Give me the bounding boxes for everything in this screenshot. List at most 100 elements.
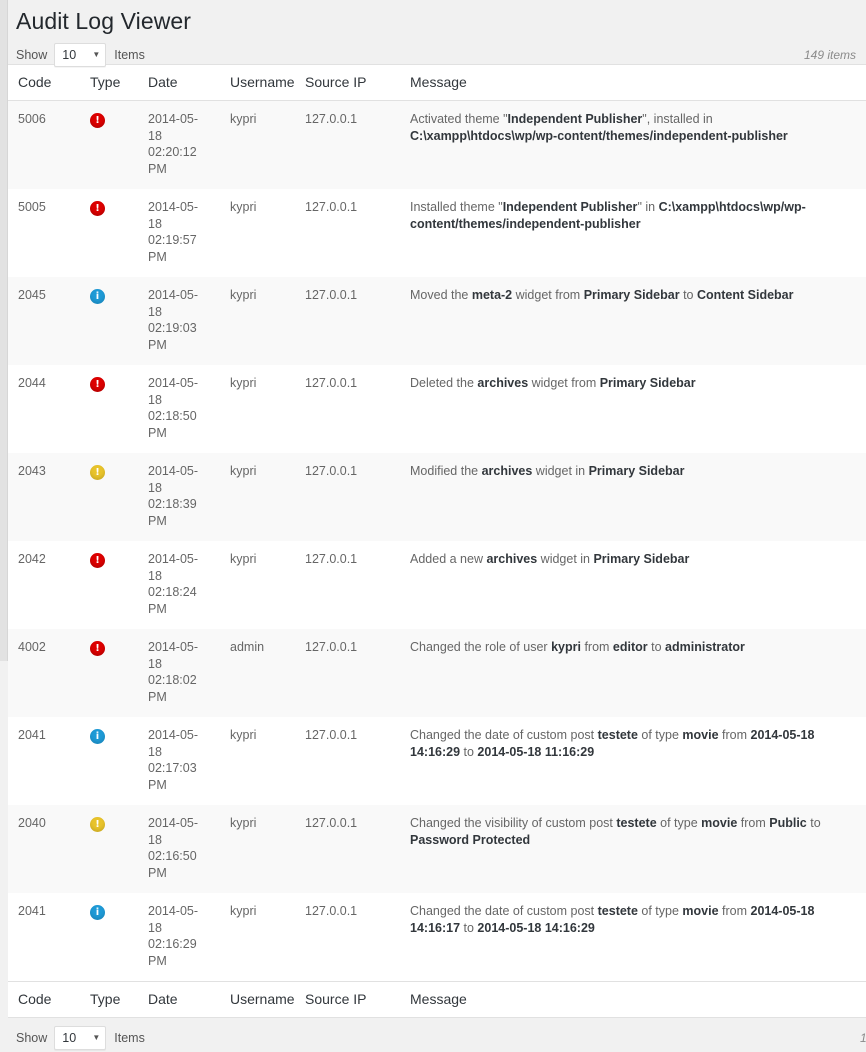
alert-circle-icon: ! <box>90 201 105 216</box>
footer-column-header-date[interactable]: Date <box>138 982 220 1018</box>
date-day: 2014-05-18 <box>148 728 198 759</box>
cell-source-ip: 127.0.0.1 <box>295 893 400 982</box>
cell-username: kypri <box>220 277 295 365</box>
table-row[interactable]: 5005!2014-05-1802:19:57 PMkypri127.0.0.1… <box>8 189 866 277</box>
cell-type: ! <box>80 629 138 717</box>
table-row[interactable]: 2040!2014-05-1802:16:50 PMkypri127.0.0.1… <box>8 805 866 893</box>
cell-date: 2014-05-1802:18:39 PM <box>138 453 220 541</box>
footer-column-header-type[interactable]: Type <box>80 982 138 1018</box>
cell-type: ! <box>80 805 138 893</box>
cell-type: i <box>80 277 138 365</box>
cell-message: Deleted the archives widget from Primary… <box>400 365 866 453</box>
info-circle-icon: i <box>90 289 105 304</box>
cell-source-ip: 127.0.0.1 <box>295 189 400 277</box>
date-time: 02:18:02 PM <box>148 673 197 704</box>
cell-username: kypri <box>220 893 295 982</box>
date-time: 02:18:39 PM <box>148 497 197 528</box>
items-count-bottom: 149 <box>860 1031 866 1045</box>
info-circle-icon: i <box>90 729 105 744</box>
per-page-value-bottom: 10 <box>62 1031 76 1045</box>
table-header-row: Code Type Date Username Source IP Messag… <box>8 65 866 101</box>
footer-column-header-username[interactable]: Username <box>220 982 295 1018</box>
cell-code: 4002 <box>8 629 80 717</box>
cell-type: ! <box>80 101 138 190</box>
info-circle-icon: i <box>90 905 105 920</box>
table-footer-row: Code Type Date Username Source IP Messag… <box>8 982 866 1018</box>
audit-log-viewer-page: Audit Log Viewer Show 10 ▼ Items 149 ite… <box>0 0 866 661</box>
cell-username: kypri <box>220 365 295 453</box>
alert-circle-icon: ! <box>90 553 105 568</box>
cell-code: 2045 <box>8 277 80 365</box>
cell-date: 2014-05-1802:17:03 PM <box>138 717 220 805</box>
cell-source-ip: 127.0.0.1 <box>295 277 400 365</box>
cell-username: kypri <box>220 805 295 893</box>
table-row[interactable]: 2042!2014-05-1802:18:24 PMkypri127.0.0.1… <box>8 541 866 629</box>
date-day: 2014-05-18 <box>148 376 198 407</box>
column-header-message[interactable]: Message <box>400 65 866 101</box>
table-row[interactable]: 5006!2014-05-1802:20:12 PMkypri127.0.0.1… <box>8 101 866 190</box>
audit-log-table-wrapper: Code Type Date Username Source IP Messag… <box>8 64 866 1018</box>
date-day: 2014-05-18 <box>148 904 198 935</box>
table-nav-top: Show 10 ▼ Items 149 items <box>8 36 866 64</box>
cell-message: Changed the date of custom post testete … <box>400 717 866 805</box>
cell-type: i <box>80 893 138 982</box>
date-time: 02:19:03 PM <box>148 321 197 352</box>
footer-column-header-message[interactable]: Message <box>400 982 866 1018</box>
table-row[interactable]: 4002!2014-05-1802:18:02 PMadmin127.0.0.1… <box>8 629 866 717</box>
date-time: 02:18:24 PM <box>148 585 197 616</box>
date-day: 2014-05-18 <box>148 112 198 143</box>
cell-code: 2044 <box>8 365 80 453</box>
table-row[interactable]: 2041i2014-05-1802:16:29 PMkypri127.0.0.1… <box>8 893 866 982</box>
warning-circle-icon: ! <box>90 465 105 480</box>
table-head-bottom: Code Type Date Username Source IP Messag… <box>8 982 866 1018</box>
cell-type: ! <box>80 189 138 277</box>
column-header-username[interactable]: Username <box>220 65 295 101</box>
items-label-bottom: Items <box>114 1031 145 1045</box>
cell-message: Modified the archives widget in Primary … <box>400 453 866 541</box>
cell-username: kypri <box>220 717 295 805</box>
cell-message: Added a new archives widget in Primary S… <box>400 541 866 629</box>
alert-circle-icon: ! <box>90 641 105 656</box>
date-day: 2014-05-18 <box>148 552 198 583</box>
alert-circle-icon: ! <box>90 113 105 128</box>
column-header-date[interactable]: Date <box>138 65 220 101</box>
date-day: 2014-05-18 <box>148 816 198 847</box>
table-row[interactable]: 2045 i 2014-05-1802:19:03 PMkypri127.0.0.1… <box>8 277 866 365</box>
date-time: 02:18:50 PM <box>148 409 197 440</box>
cell-date: 2014-05-1802:16:50 PM <box>138 805 220 893</box>
cell-source-ip: 127.0.0.1 <box>295 717 400 805</box>
alert-circle-icon: ! <box>90 377 105 392</box>
column-header-type[interactable]: Type <box>80 65 138 101</box>
table-row[interactable]: 2043!2014-05-1802:18:39 PMkypri127.0.0.1… <box>8 453 866 541</box>
items-label: Items <box>114 48 145 62</box>
cell-source-ip: 127.0.0.1 <box>295 101 400 190</box>
column-header-code[interactable]: Code <box>8 65 80 101</box>
cell-source-ip: 127.0.0.1 <box>295 805 400 893</box>
cell-username: kypri <box>220 453 295 541</box>
date-time: 02:16:50 PM <box>148 849 197 880</box>
footer-column-header-code[interactable]: Code <box>8 982 80 1018</box>
table-row[interactable]: 2041i2014-05-1802:17:03 PMkypri127.0.0.1… <box>8 717 866 805</box>
footer-column-header-source-ip[interactable]: Source IP <box>295 982 400 1018</box>
cell-code: 5006 <box>8 101 80 190</box>
chevron-down-icon-bottom: ▼ <box>92 1034 100 1042</box>
show-label-bottom: Show <box>16 1031 47 1045</box>
table-row[interactable]: 2044!2014-05-1802:18:50 PMkypri127.0.0.1… <box>8 365 866 453</box>
table-body: 5006!2014-05-1802:20:12 PMkypri127.0.0.1… <box>8 101 866 982</box>
date-time: 02:20:12 PM <box>148 145 197 176</box>
per-page-select[interactable]: 10 ▼ <box>54 43 106 67</box>
cell-message: Installed theme "Independent Publisher" … <box>400 189 866 277</box>
items-count-top: 149 items <box>804 48 856 62</box>
cell-date: 2014-05-1802:19:03 PM <box>138 277 220 365</box>
cell-date: 2014-05-1802:16:29 PM <box>138 893 220 982</box>
cell-type: i <box>80 717 138 805</box>
per-page-select-bottom[interactable]: 10 ▼ <box>54 1026 106 1050</box>
column-header-source-ip[interactable]: Source IP <box>295 65 400 101</box>
cell-username: admin <box>220 629 295 717</box>
date-day: 2014-05-18 <box>148 464 198 495</box>
audit-log-table: Code Type Date Username Source IP Messag… <box>8 65 866 1017</box>
cell-date: 2014-05-1802:18:50 PM <box>138 365 220 453</box>
cell-source-ip: 127.0.0.1 <box>295 365 400 453</box>
cell-code: 5005 <box>8 189 80 277</box>
table-head-top: Code Type Date Username Source IP Messag… <box>8 65 866 101</box>
